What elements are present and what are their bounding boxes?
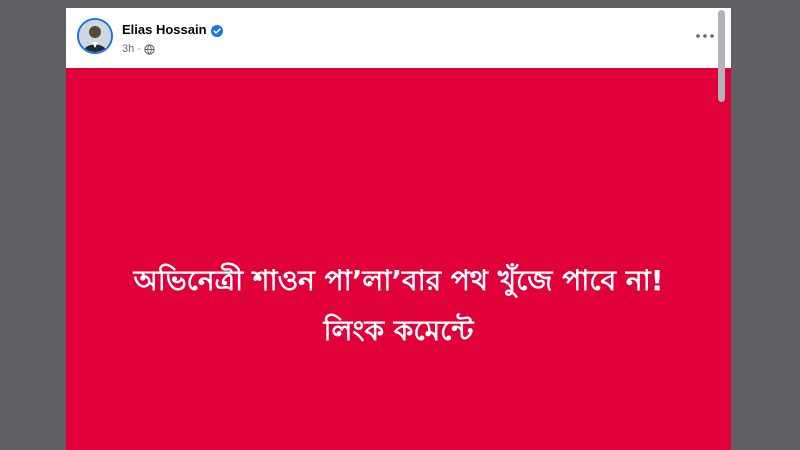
author-name[interactable]: Elias Hossain bbox=[122, 22, 207, 37]
scrollbar-thumb[interactable] bbox=[718, 10, 725, 102]
post-image-line-1: অভিনেত্রী শাওন পা’লা’বার পথ খুঁজে পাবে ন… bbox=[133, 264, 664, 297]
author-avatar[interactable] bbox=[77, 18, 113, 54]
avatar-photo-icon bbox=[79, 20, 111, 52]
more-options-icon bbox=[696, 34, 714, 38]
globe-icon[interactable] bbox=[144, 43, 155, 55]
post-header: Elias Hossain 3h · bbox=[66, 8, 731, 68]
facebook-post-card: Elias Hossain 3h · অভিনেত্রী শাওন পা’লা’… bbox=[66, 8, 731, 450]
post-meta: 3h · bbox=[122, 43, 155, 55]
post-image[interactable]: অভিনেত্রী শাওন পা’লা’বার পথ খুঁজে পাবে ন… bbox=[66, 68, 731, 450]
author-line: Elias Hossain bbox=[122, 22, 223, 37]
post-image-text: অভিনেত্রী শাওন পা’লা’বার পথ খুঁজে পাবে ন… bbox=[66, 256, 731, 356]
feed-scrollbar[interactable] bbox=[717, 8, 727, 450]
post-timestamp[interactable]: 3h bbox=[122, 43, 134, 55]
verified-badge-icon bbox=[210, 24, 223, 37]
post-image-line-2: লিংক কমেন্টে bbox=[323, 314, 474, 347]
more-options-button[interactable] bbox=[693, 26, 717, 46]
meta-separator: · bbox=[137, 43, 141, 55]
